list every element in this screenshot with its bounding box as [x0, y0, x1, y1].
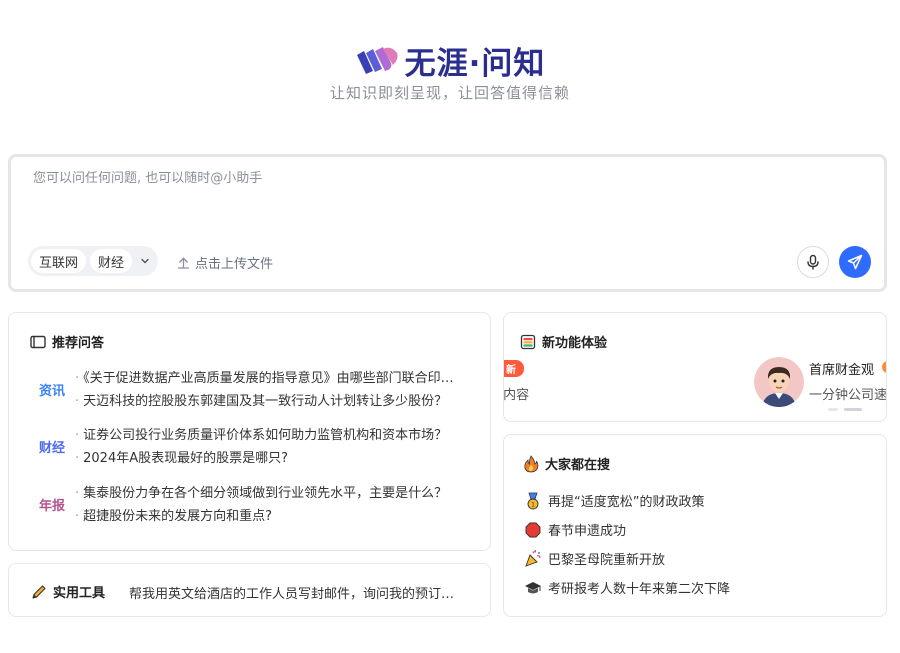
recommended-qa-title: 推荐问答	[30, 332, 104, 351]
recommended-question[interactable]: 超捷股份未来的发展方向和重点?	[75, 505, 455, 524]
pencil-icon	[32, 584, 46, 599]
recommended-question[interactable]: 天迈科技的控股股东郭建国及其一致行动人计划转让多少股份？	[75, 390, 455, 409]
carousel-pagination	[828, 408, 868, 411]
upload-label: 点击上传文件	[195, 257, 274, 272]
search-input[interactable]	[33, 171, 853, 186]
hot-search-title: 大家都在搜	[523, 454, 610, 473]
new-features-title: 新功能体验	[520, 332, 607, 351]
new-badge: 新	[504, 360, 524, 377]
source-selector: 互联网 财经	[28, 246, 159, 276]
voice-input-button[interactable]	[797, 246, 829, 278]
brand-logo-icon	[356, 46, 398, 74]
carousel-dot[interactable]	[828, 408, 838, 411]
search-box: 互联网 财经 点击上传文件	[8, 154, 887, 292]
microphone-icon	[807, 254, 819, 270]
brand: 无涯·问知	[0, 38, 900, 83]
recommended-question[interactable]: 《关于促进数据产业高质量发展的指导意见》由哪些部门联合印发？	[75, 367, 455, 386]
recommended-question[interactable]: 证券公司投行业务质量评价体系如何助力监管机构和资本市场？	[75, 424, 455, 443]
recommended-qa-card: 推荐问答 资讯 《关于促进数据产业高质量发展的指导意见》由哪些部门联合印发？ 天…	[8, 312, 491, 551]
brand-title: 无涯·问知	[404, 46, 546, 82]
medal-icon: 1	[524, 492, 542, 510]
hot-search-item[interactable]: 1 再提“适度宽松”的财政政策	[524, 491, 704, 510]
hot-search-item[interactable]: 春节申遗成功	[524, 520, 626, 539]
graduation-cap-icon	[524, 579, 542, 597]
tool-prompt[interactable]: 帮我用英文给酒店的工作人员写封邮件，询问我的预订信息是否已确认	[129, 583, 465, 602]
practical-tools-card: 实用工具 帮我用英文给酒店的工作人员写封邮件，询问我的预订信息是否已确认	[8, 563, 491, 617]
source-chip-finance[interactable]: 财经	[90, 249, 133, 273]
party-popper-icon	[524, 549, 542, 568]
hexagon-icon	[524, 521, 542, 539]
feature-name[interactable]: 首席财金观	[809, 359, 874, 378]
recommended-question[interactable]: 集泰股份力争在各个细分领域做到行业领先水平，主要是什么？	[75, 482, 455, 501]
upload-file-button[interactable]: 点击上传文件	[177, 253, 273, 272]
book-icon	[30, 335, 46, 348]
avatar[interactable]	[754, 357, 804, 407]
upload-icon	[177, 257, 190, 269]
feature-description-prev[interactable]: t内容	[504, 384, 529, 403]
hot-search-card: 大家都在搜 1 再提“适度宽松”的财政政策 春节申遗成功 巴黎圣母院重新开放 考…	[503, 434, 887, 617]
fire-icon	[524, 454, 539, 472]
source-chip-internet[interactable]: 互联网	[31, 249, 87, 273]
send-button[interactable]	[839, 246, 871, 278]
send-icon	[847, 254, 863, 270]
hot-search-item[interactable]: 巴黎圣母院重新开放	[524, 549, 665, 568]
recommended-tag: 年报	[39, 499, 66, 514]
feature-stack-icon	[520, 334, 536, 349]
carousel-dot-active[interactable]	[844, 408, 862, 411]
svg-text:1: 1	[531, 501, 535, 508]
recommended-tag: 财经	[39, 441, 66, 456]
hot-search-item[interactable]: 考研报考人数十年来第二次下降	[524, 578, 730, 597]
feature-description: 一分钟公司速	[809, 388, 887, 403]
status-dot	[882, 361, 886, 373]
new-features-card: 新功能体验 新 t内容 首席财金观 一分钟公司速	[503, 312, 887, 422]
practical-tools-title: 实用工具	[31, 582, 105, 601]
slogan: 让知识即刻呈现，让回答值得信赖	[329, 84, 570, 102]
recommended-question[interactable]: 2024年A股表现最好的股票是哪只?	[75, 447, 455, 466]
recommended-tag: 资讯	[39, 384, 66, 399]
chevron-down-icon[interactable]	[136, 252, 154, 270]
